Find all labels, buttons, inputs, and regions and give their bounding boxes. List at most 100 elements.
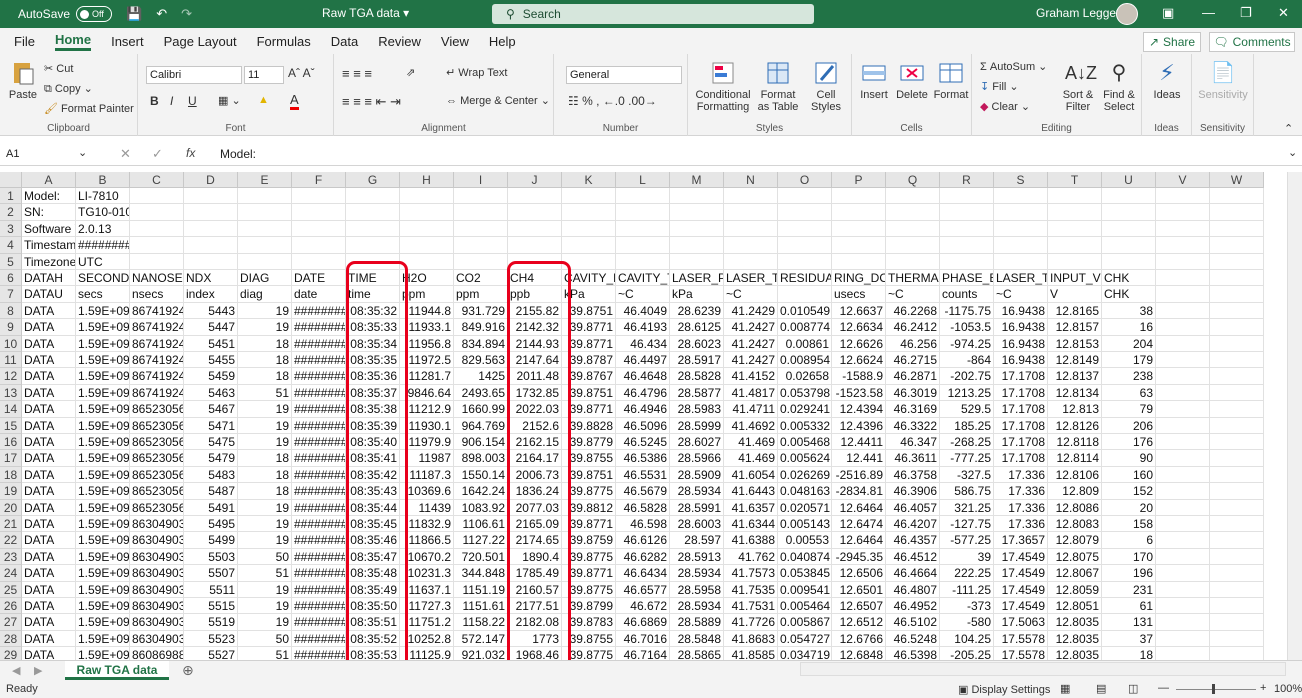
cell[interactable] (724, 220, 778, 238)
cell[interactable]: diag (238, 286, 292, 303)
cell[interactable]: -580 (940, 614, 994, 631)
cell[interactable]: 5483 (184, 466, 238, 484)
row-header[interactable]: 9 (0, 319, 22, 336)
cell[interactable] (400, 188, 454, 205)
cell[interactable]: 46.2715 (886, 352, 940, 369)
cell[interactable]: 18 (238, 335, 292, 352)
cell[interactable] (1048, 188, 1102, 205)
cell[interactable]: SECONDS (76, 270, 130, 287)
cell[interactable] (1102, 188, 1156, 205)
cell[interactable]: 1785.49 (508, 565, 562, 582)
cell[interactable]: 1.59E+09 (76, 335, 130, 352)
cell[interactable] (1210, 335, 1264, 352)
cell[interactable]: 28.6027 (670, 434, 724, 451)
font-size-select[interactable]: 11 (244, 66, 284, 84)
cell[interactable] (616, 204, 670, 221)
cell[interactable] (724, 204, 778, 221)
cell[interactable]: 86741924 (130, 302, 184, 320)
cell[interactable]: DATA (22, 450, 76, 467)
cell[interactable] (400, 220, 454, 238)
cell[interactable]: ######## (292, 434, 346, 451)
cell[interactable]: 17.3657 (994, 532, 1048, 549)
cell[interactable]: CH4 (508, 270, 562, 287)
cell[interactable]: 28.5983 (670, 401, 724, 418)
cell[interactable]: 12.441 (832, 450, 886, 467)
cell[interactable]: 964.769 (454, 417, 508, 434)
cell[interactable] (1210, 466, 1264, 484)
cell[interactable]: 0.005624 (778, 450, 832, 467)
cell[interactable]: H2O (400, 270, 454, 287)
cell[interactable]: 12.8075 (1048, 548, 1102, 566)
cell[interactable]: 12.8083 (1048, 516, 1102, 533)
cell[interactable] (994, 253, 1048, 270)
cell[interactable]: 104.25 (940, 630, 994, 648)
cell[interactable] (994, 188, 1048, 205)
orientation-icon[interactable]: ⇗ (406, 66, 415, 79)
cell[interactable] (724, 188, 778, 205)
cell[interactable]: 12.6464 (832, 532, 886, 549)
cell[interactable]: 834.894 (454, 335, 508, 352)
cell[interactable]: 0.02658 (778, 368, 832, 385)
row-header[interactable]: 17 (0, 450, 22, 467)
cell[interactable]: -1175.75 (940, 302, 994, 320)
row-header[interactable]: 1 (0, 188, 22, 205)
cell[interactable]: ######## (292, 335, 346, 352)
cell[interactable]: 2006.73 (508, 466, 562, 484)
cell[interactable] (670, 237, 724, 254)
cell[interactable]: 41.6344 (724, 516, 778, 533)
cell[interactable]: 39.8775 (562, 548, 616, 566)
cell[interactable] (508, 253, 562, 270)
row-header[interactable]: 16 (0, 434, 22, 451)
cell[interactable]: 11930.1 (400, 417, 454, 434)
cell[interactable]: 17.1708 (994, 384, 1048, 402)
zoom-slider-thumb[interactable] (1212, 684, 1215, 694)
column-header[interactable]: L (616, 172, 670, 188)
cell[interactable] (346, 204, 400, 221)
cell[interactable]: 10252.8 (400, 630, 454, 648)
cell[interactable]: 16.9438 (994, 319, 1048, 336)
sensitivity-button[interactable]: 📄 Sensitivity (1194, 60, 1252, 101)
cell[interactable]: 170 (1102, 548, 1156, 566)
cell[interactable] (1156, 483, 1210, 500)
cell[interactable]: 11212.9 (400, 401, 454, 418)
cell[interactable] (1210, 302, 1264, 320)
search-box[interactable]: ⚲ Search (492, 4, 814, 24)
cell[interactable]: RESIDUAL (778, 270, 832, 287)
cell[interactable]: DATA (22, 417, 76, 434)
cell[interactable]: TG10-01042 (76, 204, 130, 221)
row-header[interactable]: 11 (0, 352, 22, 369)
cell[interactable]: 41.6388 (724, 532, 778, 549)
cell[interactable]: 08:35:43 (346, 483, 400, 500)
normal-view-icon[interactable]: ▦ (1060, 682, 1070, 695)
cell[interactable]: 2164.17 (508, 450, 562, 467)
cell[interactable]: 39.8751 (562, 384, 616, 402)
cell[interactable]: 28.597 (670, 532, 724, 549)
cell[interactable]: 41.469 (724, 434, 778, 451)
cell[interactable] (1210, 286, 1264, 303)
cell[interactable]: ~C (886, 286, 940, 303)
cell[interactable]: 1732.85 (508, 384, 562, 402)
cell[interactable]: 28.5934 (670, 483, 724, 500)
cell[interactable]: 86304903 (130, 614, 184, 631)
cell[interactable]: 12.8035 (1048, 614, 1102, 631)
cell[interactable]: 46.4952 (886, 598, 940, 615)
cell[interactable]: 46.434 (616, 335, 670, 352)
cell[interactable] (1210, 384, 1264, 402)
cell[interactable] (292, 204, 346, 221)
cell[interactable]: 1.59E+09 (76, 614, 130, 631)
cell[interactable]: 28.6003 (670, 516, 724, 533)
cell[interactable]: 11727.3 (400, 598, 454, 615)
cell[interactable]: 41.2427 (724, 319, 778, 336)
cell[interactable]: 204 (1102, 335, 1156, 352)
row-header[interactable]: 21 (0, 516, 22, 533)
underline-icon[interactable]: U (188, 94, 197, 108)
cell[interactable]: 931.729 (454, 302, 508, 320)
cell[interactable]: 17.1708 (994, 434, 1048, 451)
cell[interactable]: ######## (292, 352, 346, 369)
cell[interactable]: 86304903 (130, 581, 184, 598)
cell[interactable]: 906.154 (454, 434, 508, 451)
font-color-icon[interactable]: A (290, 92, 299, 110)
cell[interactable]: 51 (238, 565, 292, 582)
column-header[interactable]: C (130, 172, 184, 188)
fill-button[interactable]: ↧ Fill ⌄ (980, 80, 1019, 93)
